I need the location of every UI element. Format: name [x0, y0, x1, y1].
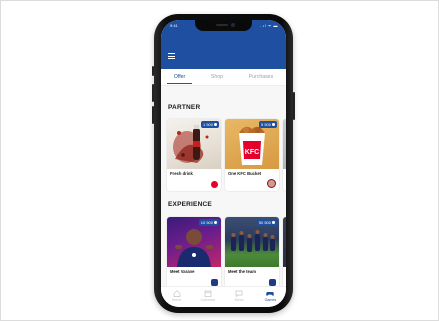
coin-icon: [272, 221, 275, 225]
chat-icon: [235, 290, 243, 297]
coin-icon: [214, 123, 217, 127]
nav-label: Home: [171, 298, 182, 302]
tab-offer[interactable]: Offer: [166, 70, 193, 84]
nav-games[interactable]: Games: [259, 290, 281, 302]
coin-icon: [214, 221, 217, 225]
nav-home[interactable]: Home: [166, 290, 188, 302]
nav-label: Calendar: [200, 298, 216, 302]
card-title: Fresh drink: [170, 171, 193, 176]
svg-text:KFC: KFC: [245, 149, 259, 156]
card-meet-varane[interactable]: 10 500 Meet Varane: [167, 217, 221, 289]
gamepad-icon: [266, 292, 275, 296]
card-title: One KFC Bucket: [228, 171, 262, 176]
hamburger-menu-icon[interactable]: [168, 53, 175, 59]
price-badge: 10 500: [198, 219, 219, 226]
notch: [195, 20, 252, 31]
card-kfc-bucket[interactable]: KFC 5 500 One KFC Bucket: [225, 119, 279, 191]
offer-content: PARTNER 1 500 Fresh drink KFC 5 500 One …: [161, 86, 286, 289]
status-icons: ..ıl ᯤ ▬: [259, 23, 278, 28]
phone-screen: 9:41 ..ıl ᯤ ▬ Offer Shop Purchases PARTN…: [161, 20, 286, 307]
fff-crest-icon: [269, 279, 276, 286]
phone-mockup: 9:41 ..ıl ᯤ ▬ Offer Shop Purchases PARTN…: [152, 14, 295, 313]
card-partial[interactable]: Re: [283, 217, 286, 289]
calendar-icon: [204, 290, 212, 297]
card-image: [283, 217, 286, 267]
card-title: Meet the team: [228, 269, 256, 274]
nav-label: News: [234, 298, 244, 302]
power-button: [293, 92, 295, 120]
coca-cola-logo-icon: [211, 181, 218, 188]
tab-shop[interactable]: Shop: [208, 70, 226, 84]
canvas: 9:41 ..ıl ᯤ ▬ Offer Shop Purchases PARTN…: [0, 0, 439, 321]
kfc-colonel-logo-icon: [267, 179, 276, 188]
card-fresh-drink[interactable]: 1 500 Fresh drink: [167, 119, 221, 191]
card-partial[interactable]: Re: [283, 119, 286, 191]
price-badge: 50 500: [256, 219, 277, 226]
section-title-experience: EXPERIENCE: [168, 201, 212, 208]
nav-calendar[interactable]: Calendar: [197, 290, 219, 302]
partner-cards: 1 500 Fresh drink KFC 5 500 One KFC Buck…: [167, 119, 286, 191]
nav-label: Games: [264, 298, 277, 302]
card-meet-the-team[interactable]: 50 500 Meet the team: [225, 217, 279, 289]
home-icon: [173, 290, 180, 297]
speaker-grille: [216, 24, 228, 26]
fff-crest-icon: [211, 279, 218, 286]
price-badge: 1 500: [200, 121, 219, 128]
price-badge: 5 500: [258, 121, 277, 128]
status-time: 9:41: [170, 23, 178, 28]
card-image: [283, 119, 286, 169]
section-title-partner: PARTNER: [168, 104, 201, 111]
volume-up-button: [152, 84, 154, 102]
tab-purchases[interactable]: Purchases: [246, 70, 277, 84]
coin-icon: [272, 123, 275, 127]
tab-bar: Offer Shop Purchases: [161, 69, 286, 86]
nav-news[interactable]: News: [228, 290, 250, 302]
card-title: Meet Varane: [170, 269, 195, 274]
volume-down-button: [152, 106, 154, 124]
experience-cards: 10 500 Meet Varane 50 500 Meet the team: [167, 217, 286, 289]
camera-icon: [231, 23, 235, 27]
bottom-nav: Home Calendar News Games: [161, 286, 286, 307]
mute-switch: [152, 66, 154, 76]
